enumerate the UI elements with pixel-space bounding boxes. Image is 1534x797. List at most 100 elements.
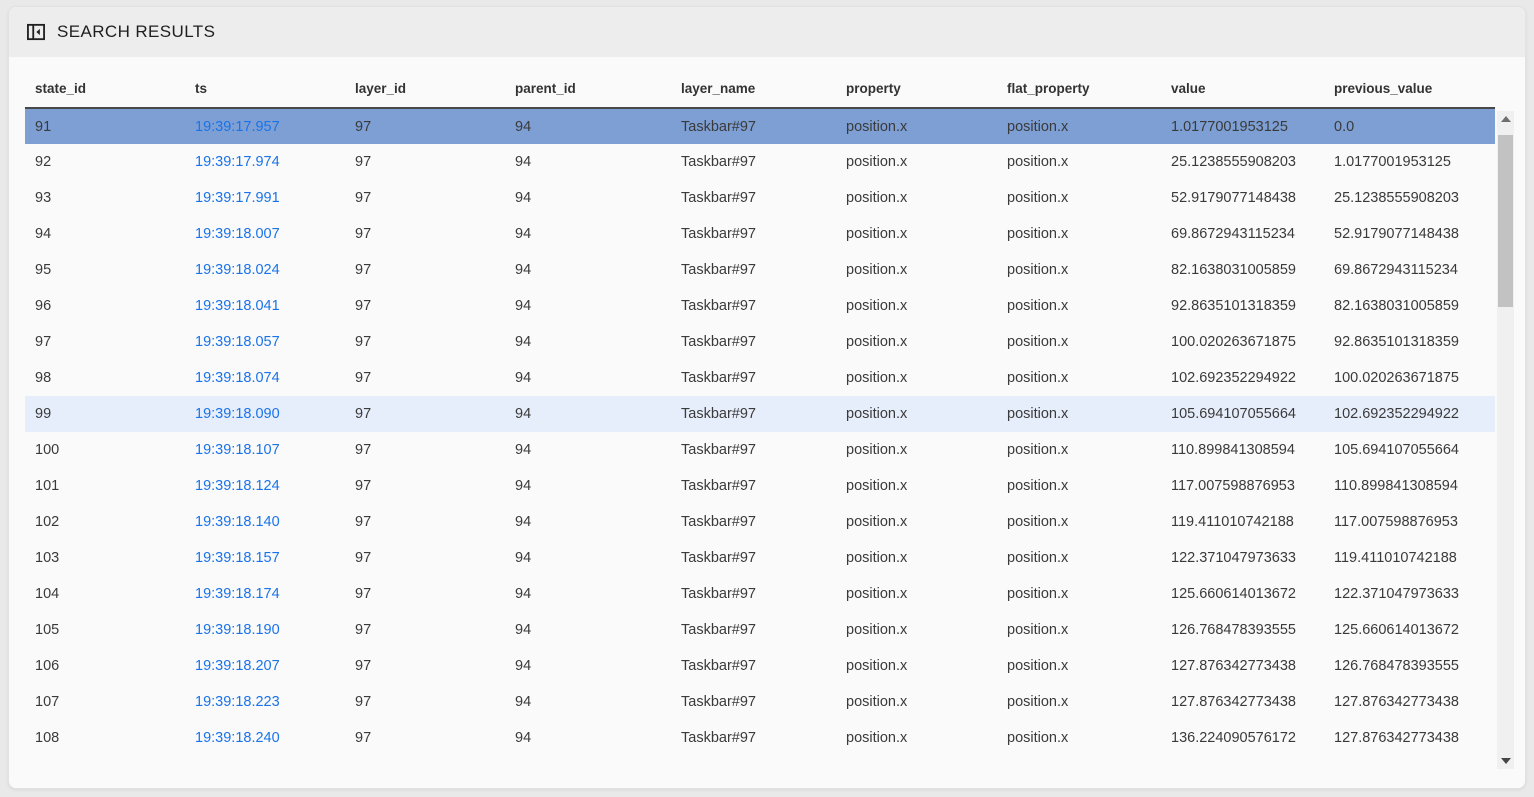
table-row[interactable]: 97 19:39:18.057 97 94 Taskbar#97 positio… bbox=[25, 324, 1495, 360]
cell-property: position.x bbox=[836, 396, 997, 432]
cell-previous-value: 1.0177001953125 bbox=[1324, 144, 1495, 180]
cell-ts: 19:39:18.107 bbox=[185, 432, 345, 468]
col-header-parent-id: parent_id bbox=[505, 57, 671, 108]
timestamp-link[interactable]: 19:39:17.991 bbox=[195, 190, 280, 206]
timestamp-link[interactable]: 19:39:18.140 bbox=[195, 514, 280, 530]
cell-value: 127.876342773438 bbox=[1161, 648, 1324, 684]
results-table-container: state_id ts layer_id parent_id layer_nam… bbox=[9, 57, 1525, 756]
table-row[interactable]: 107 19:39:18.223 97 94 Taskbar#97 positi… bbox=[25, 684, 1495, 720]
cell-parent-id: 94 bbox=[505, 612, 671, 648]
cell-ts: 19:39:18.041 bbox=[185, 288, 345, 324]
table-row[interactable]: 94 19:39:18.007 97 94 Taskbar#97 positio… bbox=[25, 216, 1495, 252]
cell-property: position.x bbox=[836, 216, 997, 252]
col-header-layer-id: layer_id bbox=[345, 57, 505, 108]
cell-layer-id: 97 bbox=[345, 684, 505, 720]
cell-layer-id: 97 bbox=[345, 396, 505, 432]
cell-state-id: 99 bbox=[25, 396, 185, 432]
scrollbar-thumb[interactable] bbox=[1498, 135, 1513, 307]
cell-ts: 19:39:18.223 bbox=[185, 684, 345, 720]
cell-property: position.x bbox=[836, 288, 997, 324]
table-row[interactable]: 101 19:39:18.124 97 94 Taskbar#97 positi… bbox=[25, 468, 1495, 504]
vertical-scrollbar[interactable] bbox=[1497, 111, 1514, 769]
cell-previous-value: 92.8635101318359 bbox=[1324, 324, 1495, 360]
timestamp-link[interactable]: 19:39:17.957 bbox=[195, 119, 280, 135]
timestamp-link[interactable]: 19:39:17.974 bbox=[195, 154, 280, 170]
table-row[interactable]: 91 19:39:17.957 97 94 Taskbar#97 positio… bbox=[25, 108, 1495, 144]
table-row[interactable]: 93 19:39:17.991 97 94 Taskbar#97 positio… bbox=[25, 180, 1495, 216]
table-row[interactable]: 96 19:39:18.041 97 94 Taskbar#97 positio… bbox=[25, 288, 1495, 324]
cell-state-id: 106 bbox=[25, 648, 185, 684]
cell-value: 136.224090576172 bbox=[1161, 720, 1324, 756]
table-row[interactable]: 105 19:39:18.190 97 94 Taskbar#97 positi… bbox=[25, 612, 1495, 648]
timestamp-link[interactable]: 19:39:18.041 bbox=[195, 298, 280, 314]
results-table: state_id ts layer_id parent_id layer_nam… bbox=[25, 57, 1495, 756]
cell-property: position.x bbox=[836, 648, 997, 684]
cell-previous-value: 69.8672943115234 bbox=[1324, 252, 1495, 288]
col-header-previous-value: previous_value bbox=[1324, 57, 1495, 108]
cell-state-id: 108 bbox=[25, 720, 185, 756]
cell-property: position.x bbox=[836, 360, 997, 396]
timestamp-link[interactable]: 19:39:18.157 bbox=[195, 550, 280, 566]
cell-property: position.x bbox=[836, 108, 997, 144]
col-header-layer-name: layer_name bbox=[671, 57, 836, 108]
table-row[interactable]: 100 19:39:18.107 97 94 Taskbar#97 positi… bbox=[25, 432, 1495, 468]
col-header-ts: ts bbox=[185, 57, 345, 108]
timestamp-link[interactable]: 19:39:18.024 bbox=[195, 262, 280, 278]
timestamp-link[interactable]: 19:39:18.057 bbox=[195, 334, 280, 350]
cell-flat-property: position.x bbox=[997, 684, 1161, 720]
scroll-up-button[interactable] bbox=[1497, 111, 1514, 127]
cell-property: position.x bbox=[836, 432, 997, 468]
table-row[interactable]: 92 19:39:17.974 97 94 Taskbar#97 positio… bbox=[25, 144, 1495, 180]
timestamp-link[interactable]: 19:39:18.190 bbox=[195, 622, 280, 638]
table-row[interactable]: 104 19:39:18.174 97 94 Taskbar#97 positi… bbox=[25, 576, 1495, 612]
cell-property: position.x bbox=[836, 180, 997, 216]
cell-state-id: 96 bbox=[25, 288, 185, 324]
timestamp-link[interactable]: 19:39:18.107 bbox=[195, 442, 280, 458]
table-row[interactable]: 102 19:39:18.140 97 94 Taskbar#97 positi… bbox=[25, 504, 1495, 540]
table-row[interactable]: 103 19:39:18.157 97 94 Taskbar#97 positi… bbox=[25, 540, 1495, 576]
cell-state-id: 101 bbox=[25, 468, 185, 504]
timestamp-link[interactable]: 19:39:18.240 bbox=[195, 730, 280, 746]
cell-ts: 19:39:18.140 bbox=[185, 504, 345, 540]
table-row[interactable]: 108 19:39:18.240 97 94 Taskbar#97 positi… bbox=[25, 720, 1495, 756]
timestamp-link[interactable]: 19:39:18.174 bbox=[195, 586, 280, 602]
cell-property: position.x bbox=[836, 324, 997, 360]
cell-ts: 19:39:17.991 bbox=[185, 180, 345, 216]
timestamp-link[interactable]: 19:39:18.124 bbox=[195, 478, 280, 494]
table-row[interactable]: 99 19:39:18.090 97 94 Taskbar#97 positio… bbox=[25, 396, 1495, 432]
cell-layer-id: 97 bbox=[345, 108, 505, 144]
timestamp-link[interactable]: 19:39:18.007 bbox=[195, 226, 280, 242]
timestamp-link[interactable]: 19:39:18.074 bbox=[195, 370, 280, 386]
cell-parent-id: 94 bbox=[505, 288, 671, 324]
timestamp-link[interactable]: 19:39:18.207 bbox=[195, 658, 280, 674]
cell-layer-id: 97 bbox=[345, 576, 505, 612]
cell-ts: 19:39:18.240 bbox=[185, 720, 345, 756]
cell-previous-value: 110.899841308594 bbox=[1324, 468, 1495, 504]
scroll-down-button[interactable] bbox=[1497, 753, 1514, 769]
cell-previous-value: 127.876342773438 bbox=[1324, 684, 1495, 720]
col-header-flat-property: flat_property bbox=[997, 57, 1161, 108]
timestamp-link[interactable]: 19:39:18.090 bbox=[195, 406, 280, 422]
cell-parent-id: 94 bbox=[505, 144, 671, 180]
table-row[interactable]: 98 19:39:18.074 97 94 Taskbar#97 positio… bbox=[25, 360, 1495, 396]
cell-layer-id: 97 bbox=[345, 288, 505, 324]
cell-flat-property: position.x bbox=[997, 360, 1161, 396]
table-row[interactable]: 106 19:39:18.207 97 94 Taskbar#97 positi… bbox=[25, 648, 1495, 684]
cell-parent-id: 94 bbox=[505, 324, 671, 360]
cell-ts: 19:39:18.007 bbox=[185, 216, 345, 252]
cell-state-id: 98 bbox=[25, 360, 185, 396]
cell-value: 105.694107055664 bbox=[1161, 396, 1324, 432]
timestamp-link[interactable]: 19:39:18.223 bbox=[195, 694, 280, 710]
cell-value: 100.020263671875 bbox=[1161, 324, 1324, 360]
cell-value: 1.0177001953125 bbox=[1161, 108, 1324, 144]
cell-previous-value: 102.692352294922 bbox=[1324, 396, 1495, 432]
cell-flat-property: position.x bbox=[997, 612, 1161, 648]
cell-property: position.x bbox=[836, 576, 997, 612]
cell-ts: 19:39:18.057 bbox=[185, 324, 345, 360]
panel-header: SEARCH RESULTS bbox=[9, 7, 1525, 57]
table-row[interactable]: 95 19:39:18.024 97 94 Taskbar#97 positio… bbox=[25, 252, 1495, 288]
cell-previous-value: 119.411010742188 bbox=[1324, 540, 1495, 576]
cell-parent-id: 94 bbox=[505, 432, 671, 468]
cell-previous-value: 100.020263671875 bbox=[1324, 360, 1495, 396]
cell-ts: 19:39:18.190 bbox=[185, 612, 345, 648]
